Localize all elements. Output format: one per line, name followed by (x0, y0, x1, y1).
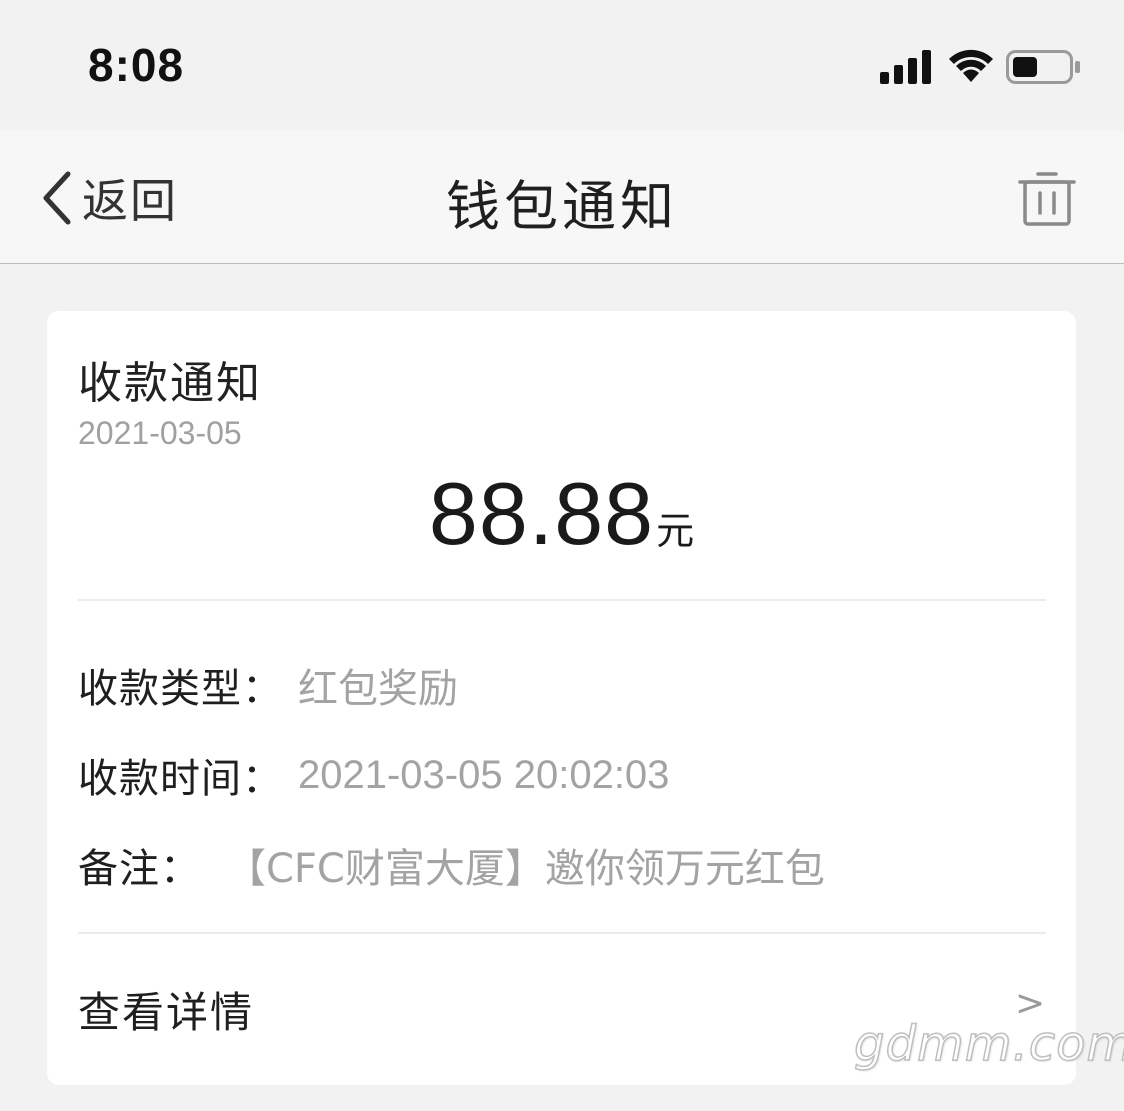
info-row-type: 收款类型： 红包奖励 (78, 655, 458, 715)
info-row-time: 收款时间： 2021-03-05 20:02:03 (78, 745, 669, 805)
trash-icon (1018, 172, 1076, 226)
card-date: 2021-03-05 (78, 415, 242, 451)
row-value: 2021-03-05 20:02:03 (298, 752, 670, 797)
watermark: gdmm.com (853, 1015, 1124, 1073)
wallet-notification-screen: 8:08 返回 钱包通知 收款通知 2021-03-05 88.88元 收款类型… (0, 0, 1124, 1111)
row-value: 【CFC财富大厦】邀你领万元红包 (226, 846, 825, 892)
row-label: 收款类型： (78, 666, 283, 712)
row-value: 红包奖励 (298, 666, 458, 712)
amount: 88.88元 (47, 463, 1076, 565)
delete-button[interactable] (1016, 166, 1078, 228)
divider (78, 599, 1046, 601)
view-details-label: 查看详情 (78, 988, 255, 1037)
navigation-bar: 返回 钱包通知 (0, 130, 1124, 264)
signal-icon (880, 50, 931, 84)
battery-icon (1006, 50, 1080, 84)
notification-card: 收款通知 2021-03-05 88.88元 收款类型： 红包奖励 收款时间： … (47, 311, 1076, 1085)
status-time: 8:08 (88, 39, 185, 91)
row-label: 收款时间： (78, 756, 283, 802)
card-title: 收款通知 (78, 358, 262, 409)
info-row-remark: 备注： 【CFC财富大厦】邀你领万元红包 (78, 835, 825, 895)
wifi-icon (949, 49, 993, 82)
amount-unit: 元 (656, 509, 695, 553)
status-bar: 8:08 (0, 0, 1124, 130)
page-title: 钱包通知 (446, 175, 678, 238)
amount-value: 88.88 (428, 464, 655, 563)
